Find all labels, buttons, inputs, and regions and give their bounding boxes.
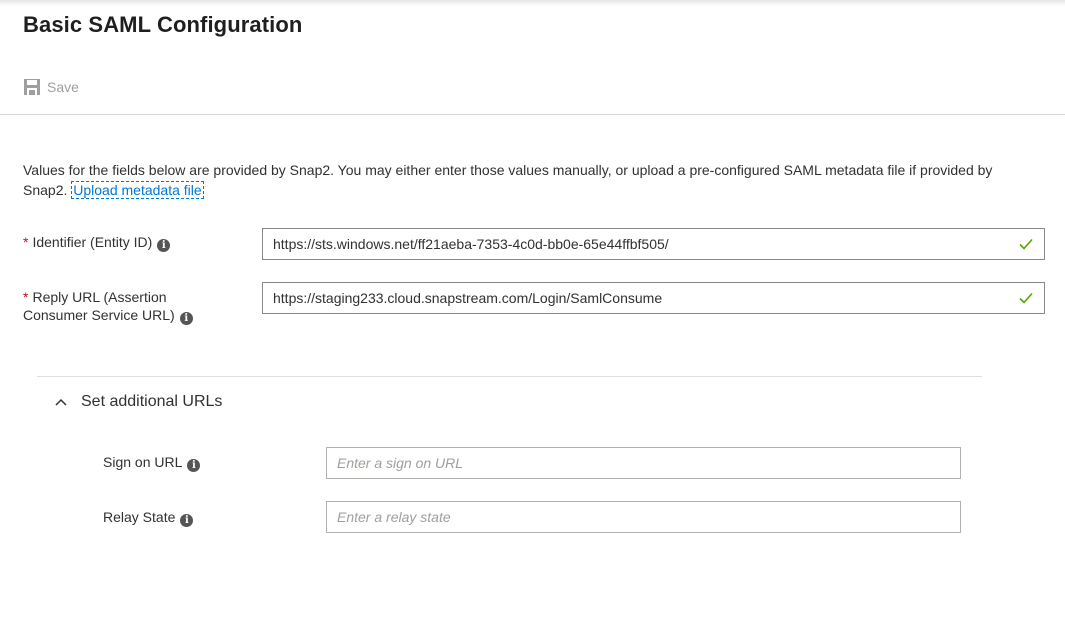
save-icon <box>23 78 41 96</box>
save-button[interactable]: Save <box>23 78 79 96</box>
reply-url-value: https://staging233.cloud.snapstream.com/… <box>273 290 663 306</box>
identifier-label-text: Identifier (Entity ID) <box>32 234 153 250</box>
identifier-field[interactable]: https://sts.windows.net/ff21aeba-7353-4c… <box>262 228 1045 260</box>
relay-state-label-text: Relay State <box>103 509 176 525</box>
valid-check-icon <box>1019 292 1033 304</box>
reply-url-label-line1: Reply URL (Assertion <box>32 289 167 305</box>
info-icon[interactable]: i <box>179 312 193 325</box>
sign-on-url-label: Sign on URL i <box>103 453 201 472</box>
valid-check-icon <box>1019 238 1033 250</box>
required-mark: * <box>23 234 29 250</box>
reply-url-label-line2: Consumer Service URL) <box>23 307 175 323</box>
toolbar-divider <box>0 114 1065 115</box>
sign-on-url-label-text: Sign on URL <box>103 454 183 470</box>
set-additional-urls-label: Set additional URLs <box>81 393 223 410</box>
info-icon[interactable]: i <box>180 514 194 527</box>
identifier-label: * Identifier (Entity ID) i <box>23 233 171 252</box>
set-additional-urls-toggle[interactable]: Set additional URLs <box>55 393 222 411</box>
save-label: Save <box>47 79 79 95</box>
identifier-value: https://sts.windows.net/ff21aeba-7353-4c… <box>273 236 669 252</box>
relay-state-label: Relay State i <box>103 508 194 527</box>
sign-on-url-placeholder: Enter a sign on URL <box>337 455 464 471</box>
required-mark: * <box>23 289 29 305</box>
page-title: Basic SAML Configuration <box>23 12 303 37</box>
section-divider <box>37 376 982 377</box>
top-shadow <box>0 0 1065 6</box>
reply-url-field[interactable]: https://staging233.cloud.snapstream.com/… <box>262 282 1045 314</box>
reply-url-label: * Reply URL (Assertion Consumer Service U… <box>23 288 193 325</box>
intro-text: Values for the fields below are provided… <box>23 160 1023 200</box>
info-icon[interactable]: i <box>187 459 201 472</box>
upload-metadata-link[interactable]: Upload metadata file <box>71 181 204 199</box>
sign-on-url-input[interactable]: Enter a sign on URL <box>326 447 961 479</box>
info-icon[interactable]: i <box>157 239 171 252</box>
chevron-up-icon <box>55 398 67 406</box>
relay-state-input[interactable]: Enter a relay state <box>326 501 961 533</box>
relay-state-placeholder: Enter a relay state <box>337 509 451 525</box>
